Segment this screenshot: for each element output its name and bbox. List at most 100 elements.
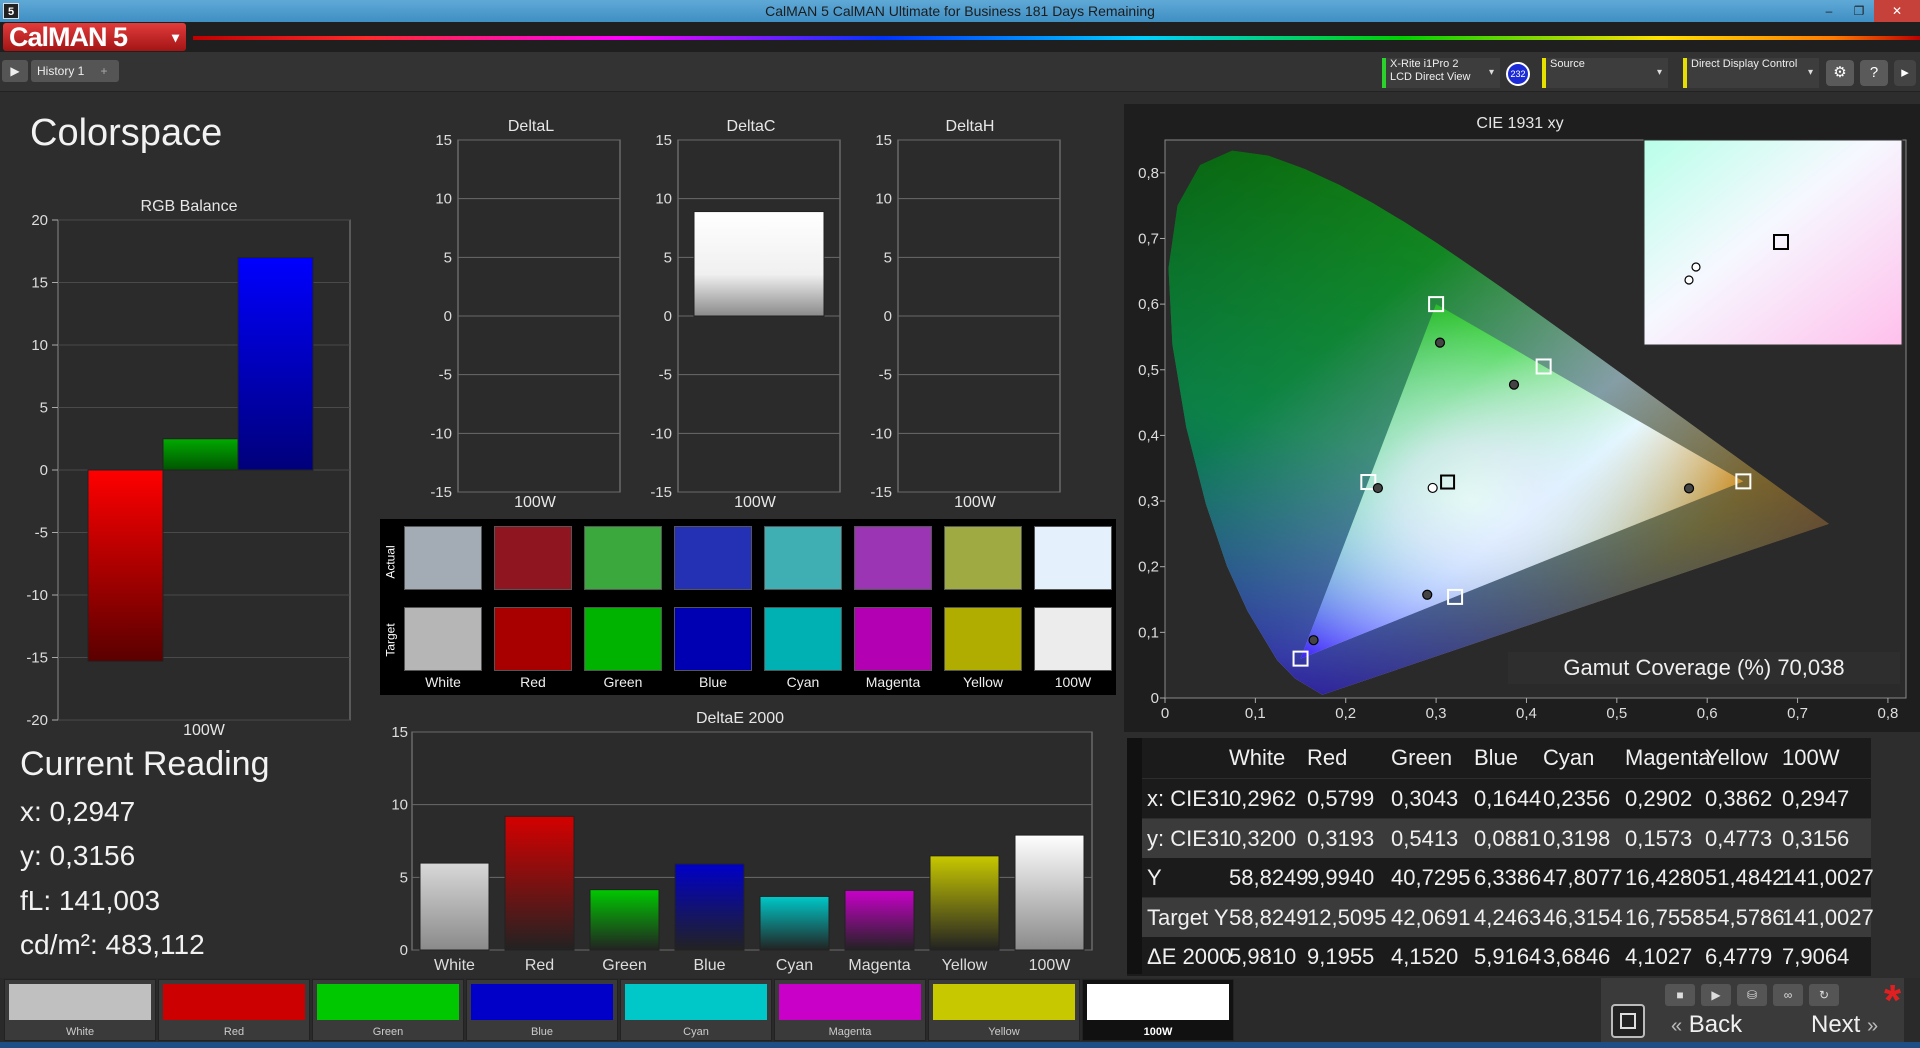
rgb-balance-chart: 20 15 10 5 0 -5 -10 -15 -20 <box>26 212 351 729</box>
measured-point-cyan <box>1372 482 1384 494</box>
table-cell: 6,4779 <box>1705 944 1773 969</box>
patch-button-magenta[interactable]: Magenta <box>774 979 926 1041</box>
meter-selector[interactable]: X-Rite i1Pro 2 LCD Direct View ▾ <box>1382 58 1500 88</box>
table-cell: 51,4842 <box>1705 865 1785 890</box>
deltac-xlabel: 100W <box>734 494 776 511</box>
display-label: Direct Display Control <box>1691 58 1798 70</box>
y-tick-label: -5 <box>35 525 48 542</box>
add-tab-button[interactable]: + <box>95 63 113 79</box>
table-cell: 6,3386 <box>1474 865 1542 890</box>
close-button[interactable]: ✕ <box>1874 0 1920 22</box>
row-label: Y <box>1147 865 1162 890</box>
chevron-down-icon: ▾ <box>1807 67 1813 78</box>
x-tick-label: 0,1 <box>1245 705 1266 722</box>
chevron-down-icon: ▾ <box>1488 67 1494 78</box>
patch-button-yellow[interactable]: Yellow <box>928 979 1080 1041</box>
calman-menu-button[interactable]: CalMAN 5 ▾ <box>3 23 186 51</box>
save-icon[interactable]: ⛁ <box>1737 984 1767 1006</box>
asterisk-icon[interactable]: * <box>1884 976 1901 1026</box>
column-header: Red <box>1307 745 1348 770</box>
reading-y: y: 0,3156 <box>20 840 136 871</box>
display-selector[interactable]: Direct Display Control ▾ <box>1683 58 1819 88</box>
table-cell: 16,4280 <box>1625 865 1705 890</box>
patch-color <box>779 984 921 1020</box>
next-icon: » <box>1867 1015 1879 1037</box>
delta-charts: 15 10 5 0 -5 -10 -15 15 10 5 0 -5 -10 -15 15 10 5 0 -5 -10 -… <box>430 132 1061 501</box>
bar-100w <box>1014 834 1085 951</box>
play-step-icon[interactable]: ▶ <box>1701 984 1731 1006</box>
y-tick-label: -10 <box>430 425 452 442</box>
actual-swatch-blue <box>674 526 752 590</box>
x-tick-label: 0,5 <box>1606 705 1627 722</box>
loop-icon[interactable]: ∞ <box>1773 984 1803 1006</box>
table-cell: 0,2947 <box>1782 786 1850 811</box>
play-icon[interactable]: ▶ <box>2 60 28 82</box>
y-tick-label: 10 <box>31 337 48 354</box>
patch-button-blue[interactable]: Blue <box>466 979 618 1041</box>
table-cell: 0,3043 <box>1391 786 1459 811</box>
y-tick-label: 0,2 <box>1138 559 1159 576</box>
x-tick-label: 0,3 <box>1426 705 1447 722</box>
y-tick-label: 5 <box>40 400 48 417</box>
table-cell: 16,7558 <box>1625 904 1705 930</box>
row-label: ΔE 2000 <box>1147 944 1232 969</box>
column-header: Cyan <box>1543 745 1595 770</box>
next-label: Next <box>1811 1011 1861 1038</box>
y-tick-label: -5 <box>439 367 452 384</box>
table-cell: 58,8249 <box>1229 865 1309 890</box>
table-cell: 58,8249 <box>1229 904 1309 930</box>
row-label: Target Y <box>1147 904 1229 930</box>
stop-icon[interactable]: ■ <box>1665 984 1695 1006</box>
swatch-label: Yellow <box>963 674 1003 690</box>
x-tick-label: 0,4 <box>1516 705 1537 722</box>
bar-yellow <box>929 855 1000 951</box>
table-cell: 5,9164 <box>1474 944 1542 969</box>
swatch-label: 100W <box>1054 674 1092 690</box>
y-tick-label: -15 <box>870 484 892 501</box>
reading-x: x: 0,2947 <box>20 796 136 827</box>
next-button[interactable]: Next » <box>1811 1011 1878 1039</box>
table-cell: 47,8077 <box>1543 865 1623 890</box>
source-selector[interactable]: Source ▾ <box>1542 58 1668 88</box>
actual-swatch-green <box>584 526 662 590</box>
patch-color <box>471 984 613 1020</box>
settings-gear-icon[interactable]: ⚙ <box>1826 60 1854 86</box>
x-tick-label: 0,8 <box>1877 705 1898 722</box>
y-tick-label: 0,1 <box>1138 624 1159 641</box>
help-icon[interactable]: ? <box>1860 60 1888 86</box>
target-swatch-cyan <box>764 607 842 671</box>
table-row: x: CIE31 0,2962 0,5799 0,3043 0,1644 0,2356 0,… <box>1127 779 1871 818</box>
y-tick-label: 15 <box>875 132 892 149</box>
collapse-side-icon[interactable]: ▸ <box>1894 60 1916 86</box>
patch-button-green[interactable]: Green <box>312 979 464 1041</box>
bar-magenta <box>844 889 915 951</box>
patch-button-white[interactable]: White <box>4 979 156 1041</box>
table-cell: 40,7295 <box>1391 865 1471 890</box>
x-tick-label: 0,2 <box>1335 705 1356 722</box>
column-header: Blue <box>1474 745 1519 770</box>
y-tick-label: 5 <box>884 249 892 266</box>
minimize-button[interactable]: – <box>1814 0 1844 22</box>
bar-green <box>162 438 239 471</box>
y-tick-label: -5 <box>879 367 892 384</box>
patch-button-100w[interactable]: 100W <box>1082 979 1234 1041</box>
actual-swatch-yellow <box>944 526 1022 590</box>
x-tick-label: 0,7 <box>1787 705 1808 722</box>
gamut-coverage: Gamut Coverage (%) 70,038 <box>1508 652 1900 684</box>
maximize-button[interactable]: ❐ <box>1844 0 1874 22</box>
back-button[interactable]: « Back <box>1671 1011 1742 1039</box>
refresh-icon[interactable]: ↻ <box>1809 984 1839 1006</box>
patch-button-cyan[interactable]: Cyan <box>620 979 772 1041</box>
measured-point-magenta <box>1422 589 1433 600</box>
chevron-down-icon: ▾ <box>1656 67 1662 78</box>
table-cell: 0,2356 <box>1543 786 1611 811</box>
table-cell: 0,5799 <box>1307 786 1375 811</box>
table-cell: 0,2962 <box>1229 786 1297 811</box>
record-button[interactable] <box>1611 1004 1645 1038</box>
y-tick-label: 0 <box>1151 690 1159 707</box>
bar-green <box>589 889 660 951</box>
patch-button-red[interactable]: Red <box>158 979 310 1041</box>
table-cell: 0,1644 <box>1474 786 1542 811</box>
x-tick-label: Green <box>602 957 646 974</box>
table-cell: 0,1573 <box>1625 825 1693 851</box>
